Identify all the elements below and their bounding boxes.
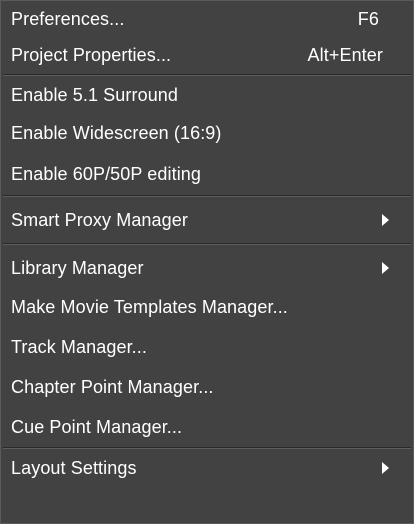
menu-item-make-movie-templates-manager[interactable]: Make Movie Templates Manager... <box>1 287 413 327</box>
menu-item-track-manager-label: Track Manager... <box>11 336 147 357</box>
menu-group-layout: Layout Settings <box>1 449 413 487</box>
submenu-arrow-icon <box>382 262 389 274</box>
menu-item-smart-proxy-manager[interactable]: Smart Proxy Manager <box>1 197 413 243</box>
menu-group-enable-options: Enable 5.1 Surround Enable Widescreen (1… <box>1 76 413 195</box>
menu-item-layout-settings-label: Layout Settings <box>11 457 137 478</box>
menu-item-library-manager-label: Library Manager <box>11 257 144 278</box>
menu-item-chapter-point-manager-label: Chapter Point Manager... <box>11 376 214 397</box>
menu-item-enable-60p-label: Enable 60P/50P editing <box>11 164 202 184</box>
menu-group-managers: Library Manager Make Movie Templates Man… <box>1 245 413 447</box>
menu-item-project-properties-shortcut: Alt+Enter <box>307 44 383 65</box>
menu-item-preferences-shortcut: F6 <box>357 9 379 29</box>
menu-item-preferences[interactable]: Preferences... F6 <box>1 3 413 36</box>
menu-item-enable-surround-label: Enable 5.1 Surround <box>11 84 179 105</box>
menu-item-enable-widescreen-label: Enable Widescreen (16:9) <box>11 122 222 143</box>
menu-item-cue-point-manager-label: Cue Point Manager... <box>11 416 183 437</box>
menu-item-chapter-point-manager[interactable]: Chapter Point Manager... <box>1 367 413 407</box>
menu-item-enable-widescreen[interactable]: Enable Widescreen (16:9) <box>1 112 413 154</box>
submenu-arrow-icon <box>382 214 389 226</box>
menu-item-track-manager[interactable]: Track Manager... <box>1 327 413 367</box>
menu-group-proxy: Smart Proxy Manager <box>1 197 413 243</box>
menu-item-project-properties[interactable]: Project Properties... Alt+Enter <box>1 36 413 74</box>
menu-item-cue-point-manager[interactable]: Cue Point Manager... <box>1 407 413 447</box>
menu-item-enable-surround[interactable]: Enable 5.1 Surround <box>1 78 413 112</box>
menu-item-layout-settings[interactable]: Layout Settings <box>1 449 413 487</box>
submenu-arrow-icon <box>382 462 389 474</box>
settings-context-menu: Preferences... F6 Project Properties... … <box>0 0 414 524</box>
menu-item-make-movie-templates-manager-label: Make Movie Templates Manager... <box>11 296 288 317</box>
menu-group-preferences: Preferences... F6 Project Properties... … <box>1 1 413 74</box>
menu-item-library-manager[interactable]: Library Manager <box>1 249 413 287</box>
menu-item-project-properties-label: Project Properties... <box>11 44 172 65</box>
menu-item-preferences-label: Preferences... <box>11 9 125 29</box>
menu-item-enable-60p[interactable]: Enable 60P/50P editing <box>1 154 413 195</box>
menu-item-smart-proxy-manager-label: Smart Proxy Manager <box>11 209 188 230</box>
